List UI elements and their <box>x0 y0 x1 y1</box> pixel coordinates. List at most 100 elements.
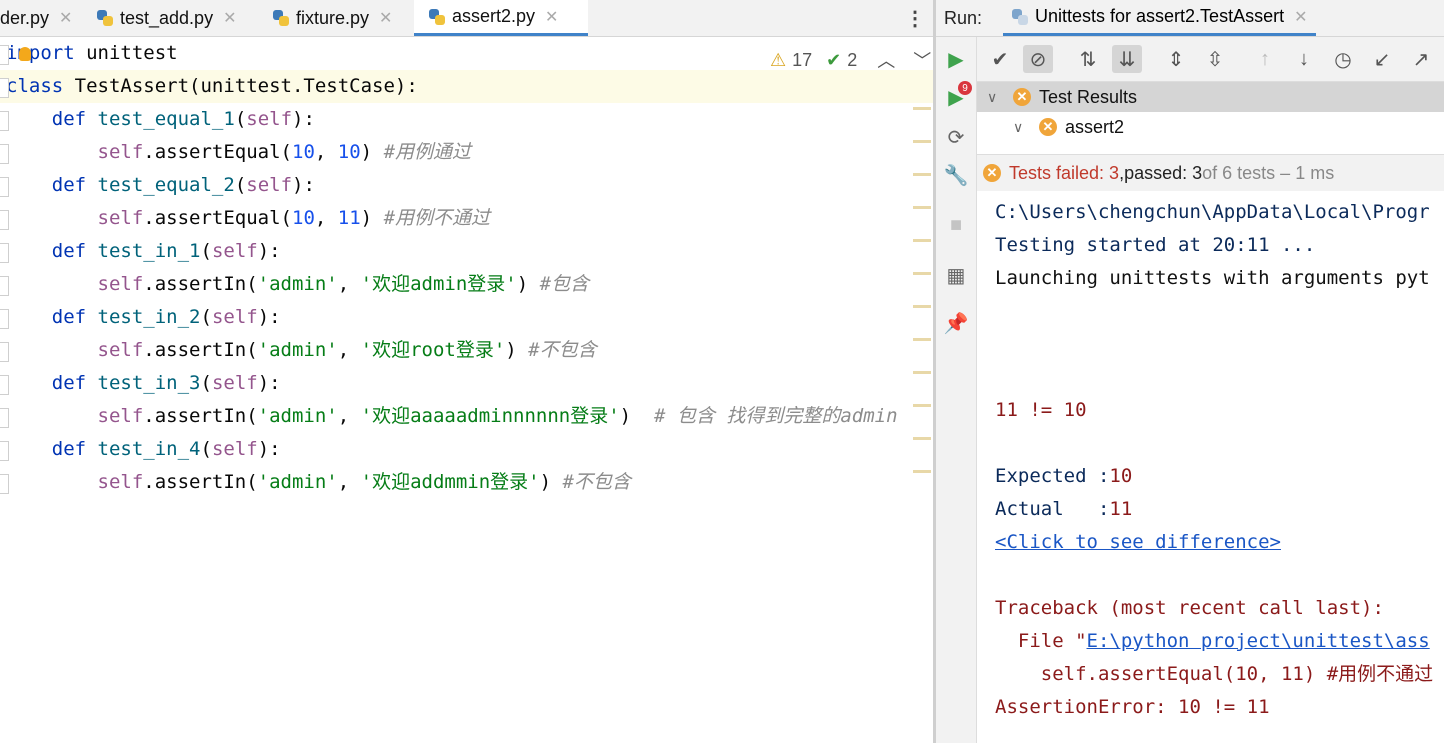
console-line: Traceback (most recent call last): <box>995 592 1384 625</box>
expand-all-icon[interactable]: ⇕ <box>1161 45 1191 73</box>
code-line[interactable]: def test_equal_2(self): <box>0 169 315 202</box>
error-stripe-marker[interactable] <box>913 371 931 374</box>
tab-label: der.py <box>0 7 50 28</box>
sort-alpha-icon[interactable]: ⇅ <box>1073 45 1103 73</box>
fold-marker[interactable] <box>0 177 9 197</box>
console-output[interactable]: C:\Users\chengchun\AppData\Local\Progr Te… <box>977 191 1444 743</box>
fold-marker[interactable] <box>0 375 9 395</box>
code-line[interactable]: self.assertIn('admin', '欢迎addmmin登录') #不… <box>0 466 631 499</box>
code-token: ): <box>257 438 281 460</box>
tree-item-test-results[interactable]: ∨ ✕ Test Results <box>977 82 1444 112</box>
error-stripe-marker[interactable] <box>913 305 931 308</box>
code-token: '欢迎aaaaadminnnnnn登录' <box>360 405 620 427</box>
rerun-icon[interactable]: ▶ <box>944 47 968 71</box>
tab-test-add-py[interactable]: test_add.py ✕ <box>96 0 236 36</box>
fold-marker[interactable] <box>0 111 9 131</box>
error-stripe-marker[interactable] <box>913 239 931 242</box>
tab-fixture-py[interactable]: fixture.py ✕ <box>272 0 392 36</box>
more-tabs-icon[interactable]: ⋮ <box>905 6 925 31</box>
chevron-down-icon[interactable]: ∨ <box>1013 119 1031 136</box>
fold-marker[interactable] <box>0 210 9 230</box>
lightbulb-icon[interactable] <box>19 47 31 61</box>
code-line[interactable]: self.assertEqual(10, 11) #用例不通过 <box>0 202 491 235</box>
tab-assert2-py[interactable]: assert2.py ✕ <box>414 0 588 36</box>
fold-marker[interactable] <box>0 144 9 164</box>
error-stripe-marker[interactable] <box>913 404 931 407</box>
chevron-down-icon[interactable]: ﹀ <box>913 47 931 73</box>
code-line[interactable]: self.assertIn('admin', '欢迎admin登录') #包含 <box>0 268 590 301</box>
python-file-icon <box>428 8 446 26</box>
fold-marker[interactable] <box>0 78 9 98</box>
fold-marker[interactable] <box>0 243 9 263</box>
error-stripe-marker[interactable] <box>913 272 931 275</box>
fold-marker[interactable] <box>0 342 9 362</box>
test-results-tree: ∨ ✕ Test Results ∨ ✕ assert2 <box>977 82 1444 148</box>
inspection-widget[interactable]: ⚠ 17 ✔ 2 ︿ ﹀ <box>770 47 937 73</box>
fold-marker[interactable] <box>0 474 9 494</box>
code-line[interactable]: self.assertEqual(10, 10) #用例通过 <box>0 136 472 169</box>
close-icon[interactable]: ✕ <box>379 8 392 28</box>
close-icon[interactable]: ✕ <box>223 8 236 28</box>
tab-der-py[interactable]: der.py ✕ <box>0 0 72 36</box>
fold-marker[interactable] <box>0 309 9 329</box>
fold-marker[interactable] <box>0 45 9 65</box>
fold-marker[interactable] <box>0 441 9 461</box>
code-token: ): <box>292 174 315 196</box>
code-line[interactable]: self.assertIn('admin', '欢迎aaaaadminnnnnn… <box>0 400 898 433</box>
failed-icon: ✕ <box>983 164 1001 182</box>
code-line[interactable]: class TestAssert(unittest.TestCase): <box>0 70 939 103</box>
console-value: 10 <box>1109 465 1133 487</box>
console-text: self.assertEqual(10, 11) #用例不通过 <box>995 663 1434 685</box>
rerun-failed-icon[interactable]: ▶ 9 <box>944 81 972 109</box>
show-ignored-icon[interactable]: ⊘ <box>1023 45 1053 73</box>
settings-wrench-icon[interactable]: 🔧 <box>944 163 969 187</box>
console-label: Expected : <box>995 465 1110 487</box>
error-stripe-marker[interactable] <box>913 338 931 341</box>
file-path-link[interactable]: E:\python project\unittest\ass <box>1087 630 1430 652</box>
next-failed-icon[interactable]: ↓ <box>1289 45 1319 73</box>
import-tests-icon[interactable]: ↙ <box>1367 45 1397 73</box>
stop-icon[interactable]: ■ <box>944 213 968 237</box>
code-token: ): <box>257 240 281 262</box>
tree-item-assert2[interactable]: ∨ ✕ assert2 <box>1013 112 1124 142</box>
sort-duration-icon[interactable]: ⇊ <box>1112 45 1142 73</box>
code-token: , <box>314 207 338 229</box>
console-line: Actual :11 <box>995 493 1132 526</box>
code-line[interactable]: def test_in_1(self): <box>0 235 281 268</box>
error-stripe-marker[interactable] <box>913 140 931 143</box>
console-text: Launching unittests with arguments pyt <box>995 267 1430 289</box>
code-token: self <box>97 471 144 493</box>
fold-marker[interactable] <box>0 276 9 296</box>
chevron-up-icon[interactable]: ︿ <box>877 47 895 73</box>
close-icon[interactable]: ✕ <box>545 7 558 27</box>
see-difference-link[interactable]: <Click to see difference> <box>995 531 1281 553</box>
code-line[interactable]: def test_in_3(self): <box>0 367 281 400</box>
close-icon[interactable]: ✕ <box>1294 7 1307 27</box>
code-editor[interactable]: import unittest class TestAssert(unittest… <box>0 37 939 743</box>
error-stripe-marker[interactable] <box>913 206 931 209</box>
error-stripe-marker[interactable] <box>913 470 931 473</box>
error-stripe-marker[interactable] <box>913 437 931 440</box>
pin-icon[interactable]: 📌 <box>944 311 969 335</box>
close-icon[interactable]: ✕ <box>59 8 72 28</box>
export-tests-icon[interactable]: ↗ <box>1406 45 1436 73</box>
previous-failed-icon[interactable]: ↑ <box>1250 45 1280 73</box>
test-history-icon[interactable]: ◷ <box>1328 45 1358 73</box>
layout-icon[interactable]: ▦ <box>944 263 968 287</box>
code-line[interactable]: self.assertIn('admin', '欢迎root登录') #不包含 <box>0 334 597 367</box>
code-line[interactable]: def test_equal_1(self): <box>0 103 315 136</box>
code-line[interactable]: def test_in_4(self): <box>0 433 281 466</box>
code-token: self <box>97 141 144 163</box>
chevron-down-icon[interactable]: ∨ <box>987 89 1005 106</box>
error-stripe-marker[interactable] <box>913 107 931 110</box>
show-passed-icon[interactable]: ✔ <box>985 45 1015 73</box>
collapse-all-icon[interactable]: ⇳ <box>1200 45 1230 73</box>
editor-tab-bar: der.py ✕ test_add.py ✕ fixture.py ✕ assert2… <box>0 0 933 37</box>
code-token: '欢迎addmmin登录' <box>360 471 540 493</box>
toggle-auto-test-icon[interactable]: ⟳ <box>944 125 968 149</box>
run-tab[interactable]: Unittests for assert2.TestAssert ✕ <box>1003 0 1316 36</box>
error-stripe-marker[interactable] <box>913 173 931 176</box>
fold-marker[interactable] <box>0 408 9 428</box>
code-line[interactable]: def test_in_2(self): <box>0 301 281 334</box>
